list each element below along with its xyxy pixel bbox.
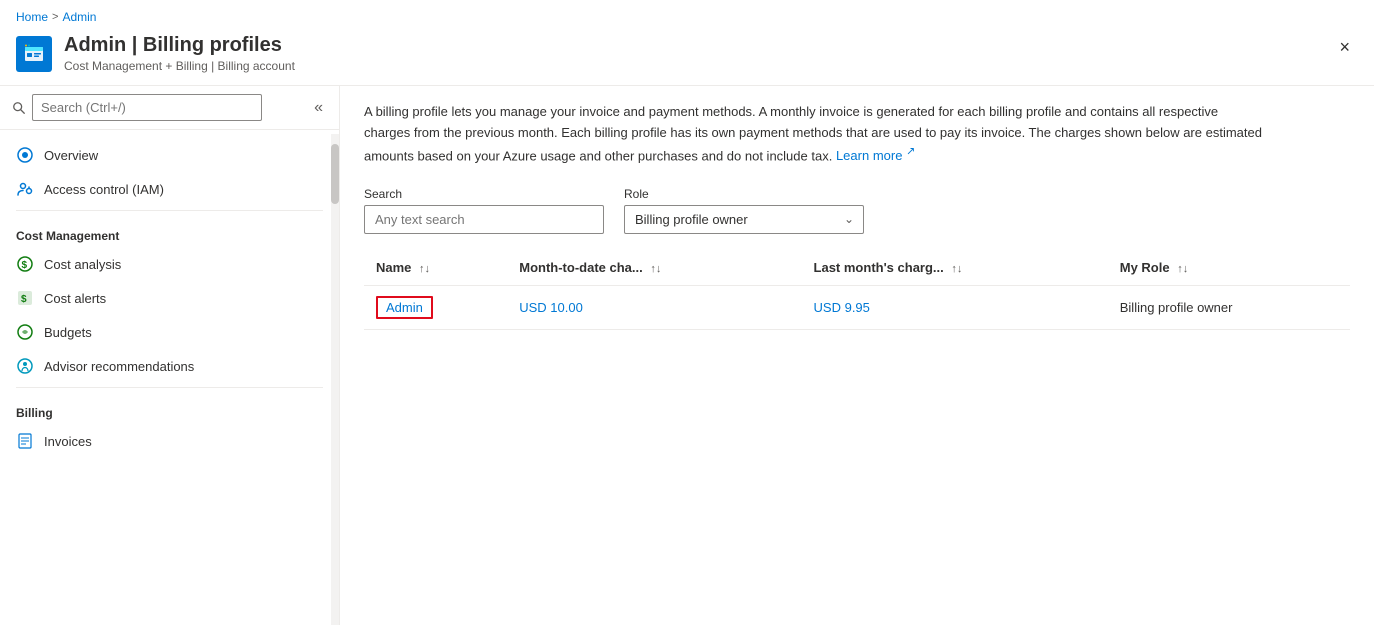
last-month-charge-link[interactable]: USD 9.95: [814, 300, 870, 315]
role-filter-select[interactable]: Billing profile owner Billing profile co…: [624, 205, 864, 234]
admin-name-highlighted: Admin: [376, 296, 433, 319]
col-header-name[interactable]: Name ↑↓: [364, 250, 507, 286]
table-body: Admin USD 10.00 USD 9.95 Billing profile…: [364, 285, 1350, 329]
sidebar-section-billing: Billing: [0, 392, 339, 424]
search-filter-label: Search: [364, 187, 604, 201]
sidebar-item-budgets-label: Budgets: [44, 325, 92, 340]
sidebar-item-iam[interactable]: Access control (IAM): [0, 172, 339, 206]
search-filter-group: Search: [364, 187, 604, 234]
advisor-icon: [16, 357, 34, 375]
sidebar-item-advisor[interactable]: Advisor recommendations: [0, 349, 339, 383]
breadcrumb: Home > Admin: [0, 0, 1374, 30]
role-filter-group: Role Billing profile owner Billing profi…: [624, 187, 864, 234]
sidebar-item-advisor-label: Advisor recommendations: [44, 359, 194, 374]
page-header-left: Admin | Billing profiles Cost Management…: [16, 34, 295, 73]
page-header-text: Admin | Billing profiles Cost Management…: [64, 34, 295, 73]
close-button[interactable]: ×: [1331, 34, 1358, 60]
iam-icon: [16, 180, 34, 198]
sidebar-item-budgets[interactable]: Budgets: [0, 315, 339, 349]
table-header: Name ↑↓ Month-to-date cha... ↑↓ Last mon…: [364, 250, 1350, 286]
cost-analysis-icon: $: [16, 255, 34, 273]
sidebar-item-overview[interactable]: Overview: [0, 138, 339, 172]
cost-alerts-icon: $: [16, 289, 34, 307]
sidebar-item-cost-alerts-label: Cost alerts: [44, 291, 106, 306]
table-cell-mtd: USD 10.00: [507, 285, 801, 329]
description-text: A billing profile lets you manage your i…: [364, 102, 1264, 167]
billing-profiles-table: Name ↑↓ Month-to-date cha... ↑↓ Last mon…: [364, 250, 1350, 330]
sidebar-search-input[interactable]: [32, 94, 262, 121]
table-cell-last-month: USD 9.95: [802, 285, 1108, 329]
sort-icon-last-month: ↑↓: [951, 263, 962, 275]
external-link-icon: ↗: [906, 146, 915, 158]
col-header-my-role[interactable]: My Role ↑↓: [1108, 250, 1350, 286]
sidebar-item-cost-analysis[interactable]: $ Cost analysis: [0, 247, 339, 281]
svg-text:$: $: [21, 294, 27, 305]
sidebar-section-cost-management: Cost Management: [0, 215, 339, 247]
svg-text:$: $: [22, 260, 28, 271]
breadcrumb-current[interactable]: Admin: [62, 10, 96, 24]
sidebar-nav: Overview Access control (IAM) Cost Manag…: [0, 130, 339, 466]
learn-more-text: Learn more: [836, 148, 902, 163]
page-icon: [16, 36, 52, 72]
admin-profile-link[interactable]: Admin: [386, 300, 423, 315]
sort-icon-role: ↑↓: [1177, 263, 1188, 275]
search-icon: [12, 101, 26, 115]
col-header-month-to-date[interactable]: Month-to-date cha... ↑↓: [507, 250, 801, 286]
sidebar-item-iam-label: Access control (IAM): [44, 182, 164, 197]
overview-icon: [16, 146, 34, 164]
sort-icon-mtd: ↑↓: [650, 263, 661, 275]
mtd-charge-link[interactable]: USD 10.00: [519, 300, 583, 315]
table-header-row: Name ↑↓ Month-to-date cha... ↑↓ Last mon…: [364, 250, 1350, 286]
page-header: Admin | Billing profiles Cost Management…: [0, 30, 1374, 86]
sidebar-search-bar: «: [0, 86, 339, 130]
description-body: A billing profile lets you manage your i…: [364, 104, 1262, 163]
sidebar-item-overview-label: Overview: [44, 148, 98, 163]
main-content: A billing profile lets you manage your i…: [340, 86, 1374, 625]
page-title: Admin | Billing profiles: [64, 34, 295, 57]
invoices-icon: [16, 432, 34, 450]
sidebar-item-invoices-label: Invoices: [44, 434, 92, 449]
role-filter-label: Role: [624, 187, 864, 201]
page-subtitle: Cost Management + Billing | Billing acco…: [64, 59, 295, 73]
filters-row: Search Role Billing profile owner Billin…: [364, 187, 1350, 234]
sidebar-item-invoices[interactable]: Invoices: [0, 424, 339, 458]
role-select-wrapper: Billing profile owner Billing profile co…: [624, 205, 864, 234]
breadcrumb-home[interactable]: Home: [16, 10, 48, 24]
sidebar-item-cost-analysis-label: Cost analysis: [44, 257, 121, 272]
sort-icon-name: ↑↓: [419, 263, 430, 275]
budgets-icon: [16, 323, 34, 341]
sidebar-divider-2: [16, 387, 323, 388]
main-layout: « Overview: [0, 86, 1374, 625]
search-filter-input[interactable]: [364, 205, 604, 234]
sidebar-scrollbar[interactable]: [331, 134, 339, 625]
learn-more-link[interactable]: Learn more ↗: [836, 148, 915, 163]
breadcrumb-separator: >: [52, 11, 58, 23]
col-header-last-month[interactable]: Last month's charg... ↑↓: [802, 250, 1108, 286]
table-cell-name: Admin: [364, 285, 507, 329]
table-cell-my-role: Billing profile owner: [1108, 285, 1350, 329]
table-row: Admin USD 10.00 USD 9.95 Billing profile…: [364, 285, 1350, 329]
sidebar-item-cost-alerts[interactable]: $ Cost alerts: [0, 281, 339, 315]
sidebar: « Overview: [0, 86, 340, 625]
sidebar-collapse-button[interactable]: «: [310, 95, 327, 121]
sidebar-divider-1: [16, 210, 323, 211]
sidebar-scroll-thumb[interactable]: [331, 144, 339, 204]
